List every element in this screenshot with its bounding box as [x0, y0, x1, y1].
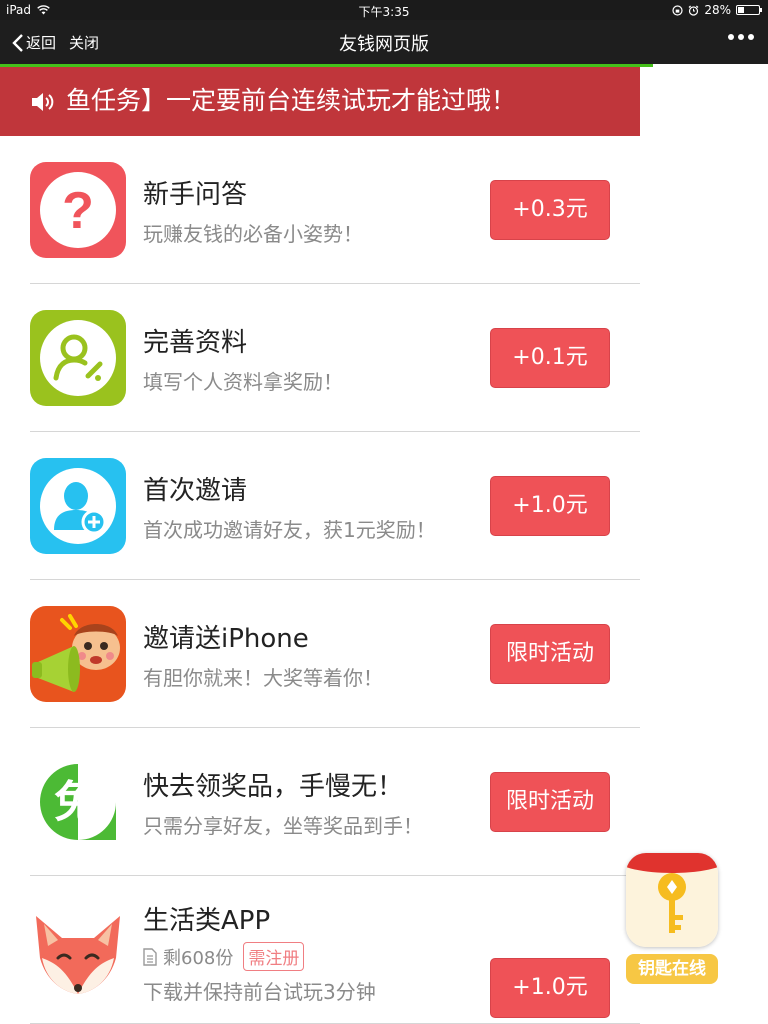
svg-text:?: ? [62, 182, 94, 240]
notice-text: 鱼任务】一定要前台连续试玩才能过哦！ [66, 86, 517, 115]
activity-button[interactable]: 限时活动 [490, 772, 610, 832]
task-subtitle: 只需分享好友，坐等奖品到手！ [143, 814, 423, 838]
task-subtitle: 首次成功邀请好友，获1元奖励！ [143, 518, 436, 542]
task-row-complete-profile[interactable]: 完善资料 填写个人资料拿奖励！ +0.1元 [0, 284, 640, 432]
key-online-badge[interactable]: 钥匙在线 [624, 853, 720, 985]
back-button[interactable]: 返回 [12, 32, 56, 53]
key-online-label: 钥匙在线 [626, 954, 718, 984]
free-icon-char: 免 [54, 777, 98, 828]
notice-banner: 鱼任务】一定要前台连续试玩才能过哦！ [0, 67, 640, 136]
battery-icon [736, 5, 762, 15]
task-subtitle: 下载并保持前台试玩3分钟 [143, 980, 376, 1004]
more-dot-icon [728, 34, 734, 40]
chevron-left-icon [12, 33, 23, 52]
task-row-invite-iphone[interactable]: 邀请送iPhone 有胆你就来！大奖等着你！ 限时活动 [0, 580, 640, 728]
mascot-megaphone-icon [30, 606, 126, 702]
activity-button[interactable]: 限时活动 [490, 624, 610, 684]
remaining-count: 剩608份 [163, 947, 234, 969]
task-row-lifestyle-app[interactable]: 生活类APP 剩608份 需注册 下载并保持前台试玩3分钟 +1.0元 [0, 876, 640, 1024]
more-dot-icon [738, 34, 744, 40]
task-row-claim-prize[interactable]: 免 快去领奖品，手慢无！ 只需分享好友，坐等奖品到手！ 限时活动 [0, 728, 640, 876]
more-menu-button[interactable] [728, 34, 754, 40]
task-title: 首次邀请 [143, 476, 248, 506]
task-row-first-invite[interactable]: 首次邀请 首次成功邀请好友，获1元奖励！ +1.0元 [0, 432, 640, 580]
free-icon: 免 [30, 754, 126, 850]
registration-required-tag: 需注册 [243, 942, 305, 971]
invite-user-icon [30, 458, 126, 554]
close-button[interactable]: 关闭 [69, 32, 99, 53]
task-title: 快去领奖品，手慢无！ [143, 772, 404, 802]
more-dot-icon [748, 34, 754, 40]
fox-icon [30, 902, 126, 998]
task-row-beginner-qa[interactable]: ? 新手问答 玩赚友钱的必备小姿势！ +0.3元 [0, 136, 640, 284]
task-title: 邀请送iPhone [143, 624, 309, 654]
rotation-lock-icon [672, 4, 683, 16]
nav-bar: 返回 关闭 友钱网页版 [0, 20, 768, 64]
task-title: 完善资料 [143, 328, 248, 358]
status-time: 下午3:35 [358, 5, 410, 19]
back-label: 返回 [26, 34, 57, 52]
profile-edit-icon [30, 310, 126, 406]
reward-button[interactable]: +1.0元 [490, 476, 610, 536]
task-list: ? 新手问答 玩赚友钱的必备小姿势！ +0.3元 完善资料 填写个人资料拿奖励！… [0, 136, 640, 1024]
key-icon [626, 853, 718, 947]
status-bar: iPad 下午3:35 28% [0, 0, 768, 20]
task-meta: 剩608份 需注册 [143, 942, 305, 971]
task-subtitle: 玩赚友钱的必备小姿势！ [143, 222, 363, 246]
task-subtitle: 有胆你就来！大奖等着你！ [143, 666, 383, 690]
question-mark-icon: ? [30, 162, 126, 258]
page-title: 友钱网页版 [339, 34, 429, 55]
reward-button[interactable]: +0.3元 [490, 180, 610, 240]
reward-button[interactable]: +0.1元 [490, 328, 610, 388]
task-title: 新手问答 [143, 180, 248, 210]
document-icon [143, 947, 157, 966]
speaker-icon [32, 93, 54, 111]
battery-percent: 28% [704, 3, 731, 17]
task-subtitle: 填写个人资料拿奖励！ [143, 370, 343, 394]
task-title: 生活类APP [143, 906, 271, 936]
reward-button[interactable]: +1.0元 [490, 958, 610, 1018]
alarm-icon [688, 5, 699, 16]
